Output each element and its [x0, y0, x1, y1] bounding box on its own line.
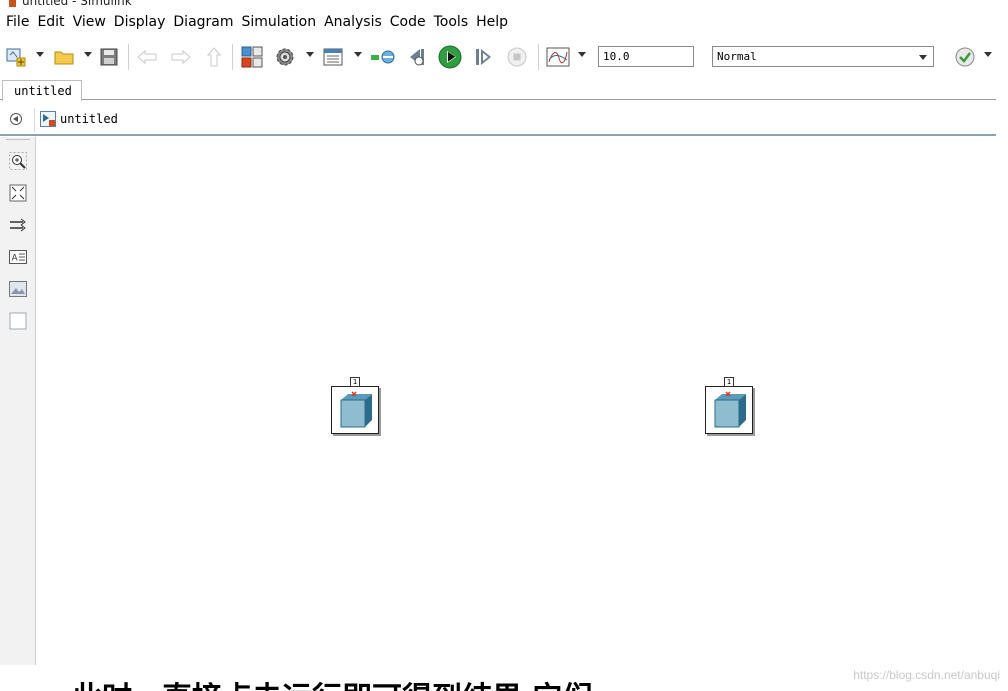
breadcrumb-separator	[34, 108, 35, 132]
new-model-dropdown[interactable]	[36, 52, 44, 57]
subsystem-block-1[interactable]: 1	[331, 377, 379, 434]
hide-browser-icon[interactable]	[10, 113, 22, 125]
watermark: https://blog.csdn.net/anbuqi	[853, 668, 1000, 682]
palette-divider	[6, 139, 30, 140]
stop-icon[interactable]	[504, 44, 530, 70]
menu-help[interactable]: Help	[476, 14, 508, 30]
area-icon[interactable]	[8, 311, 28, 331]
image-icon[interactable]	[8, 279, 28, 299]
menu-display[interactable]: Display	[114, 14, 166, 30]
model-settings-icon[interactable]	[272, 44, 298, 70]
menu-file[interactable]: File	[6, 14, 29, 30]
scope-dropdown[interactable]	[578, 52, 586, 57]
menu-simulation[interactable]: Simulation	[242, 14, 317, 30]
model-tab-strip: untitled	[0, 78, 996, 101]
menu-diagram[interactable]: Diagram	[173, 14, 233, 30]
open-dropdown[interactable]	[84, 52, 92, 57]
window-titlebar: untitled - Simulink	[0, 0, 1008, 8]
back-arrow-icon[interactable]	[134, 44, 160, 70]
cropped-caption-text: 此时，直接点击运行即可得到结果 它们	[72, 673, 592, 691]
model-canvas[interactable]: 1 1	[37, 138, 996, 665]
fit-to-view-icon[interactable]	[8, 183, 28, 203]
simulink-app-icon	[9, 0, 16, 7]
tab-untitled[interactable]: untitled	[2, 80, 82, 101]
port-number-label: 1	[350, 377, 360, 387]
zoom-in-icon[interactable]	[8, 151, 28, 171]
signal-route-icon[interactable]	[8, 215, 28, 235]
menu-tools[interactable]: Tools	[434, 14, 469, 30]
up-arrow-icon[interactable]	[202, 44, 226, 70]
toolbar-separator	[128, 44, 129, 70]
toolbar-separator	[538, 44, 539, 70]
run-icon[interactable]	[436, 44, 464, 70]
svg-text:A: A	[12, 254, 19, 264]
step-back-icon[interactable]	[404, 44, 430, 70]
breadcrumb-bar: untitled	[0, 104, 996, 136]
port-number-label: 1	[724, 377, 734, 387]
model-explorer-icon[interactable]	[320, 44, 346, 70]
chevron-down-icon	[919, 55, 927, 60]
cube-icon	[714, 391, 746, 428]
explorer-dropdown[interactable]	[354, 52, 362, 57]
settings-dropdown[interactable]	[306, 52, 314, 57]
window-title: untitled - Simulink	[22, 0, 132, 8]
signal-logging-icon[interactable]	[368, 44, 398, 70]
left-palette: A	[0, 137, 36, 665]
subsystem-block-2[interactable]: 1	[705, 377, 753, 434]
library-browser-icon[interactable]	[238, 44, 266, 70]
menu-code[interactable]: Code	[390, 14, 426, 30]
toolbar-separator	[232, 44, 233, 70]
check-model-icon[interactable]	[952, 44, 978, 70]
simulation-mode-select[interactable]: Normal	[712, 46, 934, 67]
cube-icon	[340, 391, 372, 428]
check-dropdown[interactable]	[984, 52, 992, 57]
forward-arrow-icon[interactable]	[168, 44, 194, 70]
annotation-icon[interactable]: A	[8, 247, 28, 267]
menu-analysis[interactable]: Analysis	[324, 14, 382, 30]
model-icon	[40, 111, 56, 127]
menu-bar: File Edit View Display Diagram Simulatio…	[0, 10, 1008, 34]
menu-view[interactable]: View	[73, 14, 106, 30]
simulation-mode-value: Normal	[717, 50, 757, 63]
breadcrumb[interactable]: untitled	[60, 112, 118, 126]
new-model-icon[interactable]	[4, 44, 28, 70]
step-forward-icon[interactable]	[470, 44, 496, 70]
stop-time-input[interactable]: 10.0	[598, 46, 694, 67]
menu-edit[interactable]: Edit	[37, 14, 64, 30]
scope-icon[interactable]	[544, 44, 572, 70]
bottom-strip: 此时，直接点击运行即可得到结果 它们 https://blog.csdn.net…	[0, 665, 1008, 691]
save-icon[interactable]	[98, 44, 120, 70]
open-folder-icon[interactable]	[52, 44, 76, 70]
